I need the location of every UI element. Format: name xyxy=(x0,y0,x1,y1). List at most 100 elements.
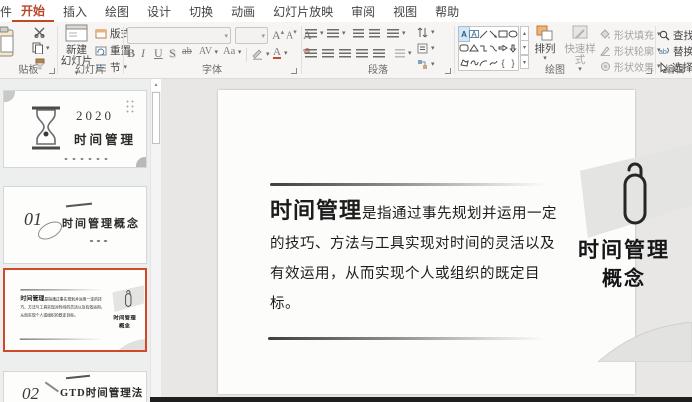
ribbon: ▾ 贴板 新建 幻灯片 ▾ 版式▾ 重置 xyxy=(0,22,692,79)
shape-down-arrow[interactable] xyxy=(508,41,518,55)
shape-fill-button[interactable]: 形状填充 ▾ xyxy=(600,27,661,42)
shape-line[interactable] xyxy=(479,27,489,41)
arrange-button[interactable]: 排列 ▾ xyxy=(530,25,560,62)
svg-text:ab: ab xyxy=(659,49,667,56)
numbering-button[interactable]: ▾ xyxy=(327,29,346,38)
shape-textbox[interactable]: A xyxy=(458,26,470,42)
justify-button[interactable] xyxy=(356,49,368,58)
tab-transitions[interactable]: 切换 xyxy=(180,0,222,22)
font-dialog-launcher[interactable] xyxy=(291,68,297,74)
shrink-font-button[interactable]: A▾ xyxy=(286,28,297,41)
font-name-combobox[interactable]: ▾ xyxy=(127,27,231,44)
shape-rectangle[interactable] xyxy=(498,27,508,41)
thumb2-number: 01 xyxy=(24,209,42,229)
change-case-button[interactable]: Aa ▾ xyxy=(223,46,241,57)
tab-slideshow[interactable]: 幻灯片放映 xyxy=(264,0,342,22)
tab-animations[interactable]: 动画 xyxy=(222,0,264,22)
align-left-button[interactable] xyxy=(305,49,317,58)
shape-curved-connector[interactable] xyxy=(489,41,499,55)
replace-icon: ab xyxy=(659,47,669,56)
replace-button[interactable]: ab 替换 xyxy=(659,44,692,59)
gradient-line-bottom xyxy=(268,337,546,340)
search-icon xyxy=(659,30,670,41)
bullets-button[interactable]: ▾ xyxy=(305,29,324,38)
highlight-color-button[interactable]: ▾ xyxy=(251,48,270,60)
paragraph-dialog-launcher[interactable] xyxy=(445,68,451,74)
slide-side-title-textbox[interactable]: 时间管理 概念 xyxy=(556,236,692,294)
align-right-button[interactable] xyxy=(339,49,351,58)
dots-decoration xyxy=(62,157,110,161)
copy-icon[interactable]: ▾ xyxy=(32,42,50,54)
increase-indent-button[interactable] xyxy=(369,29,380,38)
thumbnail-slide-3-selected[interactable]: 时间管理是指通过事先规划并运用一定的技巧、方法与工具实现对时间的灵活以及有效运用… xyxy=(3,268,147,352)
shape-triangle[interactable] xyxy=(469,41,479,55)
group-slides: 新建 幻灯片 ▾ 版式▾ 重置 节▾ 幻灯片 xyxy=(58,22,138,78)
group-font: ▾ ▾ A▴ A▾ A B I U S ab AV ▾ Aa ▾ ▾ A ▾ 字… xyxy=(125,22,312,78)
group-separator xyxy=(655,26,656,74)
group-separator xyxy=(123,26,124,74)
side-title-line2: 概念 xyxy=(602,268,646,290)
font-color-button[interactable]: A ▾ xyxy=(273,47,287,59)
thumbnail-slide-4[interactable]: 02 GTD时间管理法 xyxy=(3,371,147,402)
slide-editing-canvas[interactable]: 时间管理是指通过事先规划并运用一定的技巧、方法与工具实现对时间的灵活以及有效运用… xyxy=(161,79,692,402)
group-label-editing: 编辑 xyxy=(664,65,685,76)
dot-grid-decoration xyxy=(125,99,136,115)
align-text-button[interactable]: ▾ xyxy=(417,43,435,54)
group-separator xyxy=(301,26,302,74)
slide-heading: 时间管理 xyxy=(270,198,363,223)
font-size-combobox[interactable]: ▾ xyxy=(235,27,268,44)
drawing-dialog-launcher[interactable] xyxy=(646,68,652,74)
tab-file-partial[interactable]: 件 xyxy=(0,0,12,22)
shape-rounded-rectangle[interactable] xyxy=(459,41,469,55)
scrollbar-up-arrow[interactable]: ▲ xyxy=(151,79,161,91)
cut-icon[interactable] xyxy=(34,27,45,41)
columns-button[interactable]: ▾ xyxy=(395,49,412,58)
tab-design[interactable]: 设计 xyxy=(138,0,180,22)
tab-view[interactable]: 视图 xyxy=(384,0,426,22)
decrease-indent-button[interactable] xyxy=(353,29,364,38)
text-shadow-button[interactable]: S xyxy=(169,46,176,61)
character-spacing-button[interactable]: AV ▾ xyxy=(199,46,218,57)
mini-side-title-1: 时间管理 xyxy=(113,315,136,321)
shape-elbow-connector[interactable] xyxy=(479,41,489,55)
paste-icon[interactable] xyxy=(0,26,16,61)
line-spacing-button[interactable]: ▾ xyxy=(387,29,406,38)
shape-arrow[interactable] xyxy=(489,27,499,41)
group-paragraph: ▾ ▾ ▾ ▾ ▾ ▾ ▾ 段落 xyxy=(303,22,453,78)
page-fold-shape xyxy=(598,322,692,362)
shape-right-arrow[interactable] xyxy=(498,41,508,55)
grow-font-button[interactable]: A▴ xyxy=(272,28,284,43)
clipboard-dialog-launcher[interactable] xyxy=(49,68,55,74)
distribute-button[interactable] xyxy=(373,49,385,58)
thumbnail-slide-2[interactable]: 01 时间管理概念 xyxy=(3,186,147,264)
tab-insert[interactable]: 插入 xyxy=(54,0,96,22)
find-button[interactable]: 查找 xyxy=(659,28,692,43)
scrollbar-thumb[interactable] xyxy=(152,92,160,144)
mini-gradient-line-top xyxy=(20,289,104,291)
tab-help[interactable]: 帮助 xyxy=(426,0,468,22)
group-label-slides: 幻灯片 xyxy=(75,65,105,76)
align-center-button[interactable] xyxy=(322,49,334,58)
thumbnail-scrollbar[interactable]: ▲ xyxy=(150,79,161,397)
underline-button[interactable]: U xyxy=(154,46,163,61)
thumb4-title: GTD时间管理法 xyxy=(60,388,144,399)
tab-home[interactable]: 开始 xyxy=(12,0,55,22)
italic-button[interactable]: I xyxy=(141,46,145,61)
mini-paperclip-icon xyxy=(125,290,132,307)
tab-draw[interactable]: 绘图 xyxy=(96,0,138,22)
gallery-scroll-up[interactable]: ▴ xyxy=(520,26,529,41)
tab-review[interactable]: 审阅 xyxy=(342,0,384,22)
corner-decoration xyxy=(136,157,146,167)
shape-outline-button[interactable]: 形状轮廓 ▾ xyxy=(600,43,661,58)
thumbnail-slide-1[interactable]: 2020 时间管理 xyxy=(3,90,147,168)
text-direction-button[interactable]: ▾ xyxy=(417,27,435,38)
shape-oval[interactable] xyxy=(508,27,518,41)
slide-body-textbox[interactable]: 时间管理是指通过事先规划并运用一定的技巧、方法与工具实现对时间的灵活以及有效运用… xyxy=(270,196,566,319)
shape-vertical-textbox[interactable]: A xyxy=(469,27,479,41)
bold-button[interactable]: B xyxy=(127,46,135,61)
strikethrough-button[interactable]: ab xyxy=(182,46,192,57)
current-slide[interactable]: 时间管理是指通过事先规划并运用一定的技巧、方法与工具实现对时间的灵活以及有效运用… xyxy=(218,90,692,394)
gallery-scroll-down[interactable]: ▾ xyxy=(520,40,529,55)
side-title-line1: 时间管理 xyxy=(578,238,670,262)
paperclip-icon xyxy=(623,162,647,225)
